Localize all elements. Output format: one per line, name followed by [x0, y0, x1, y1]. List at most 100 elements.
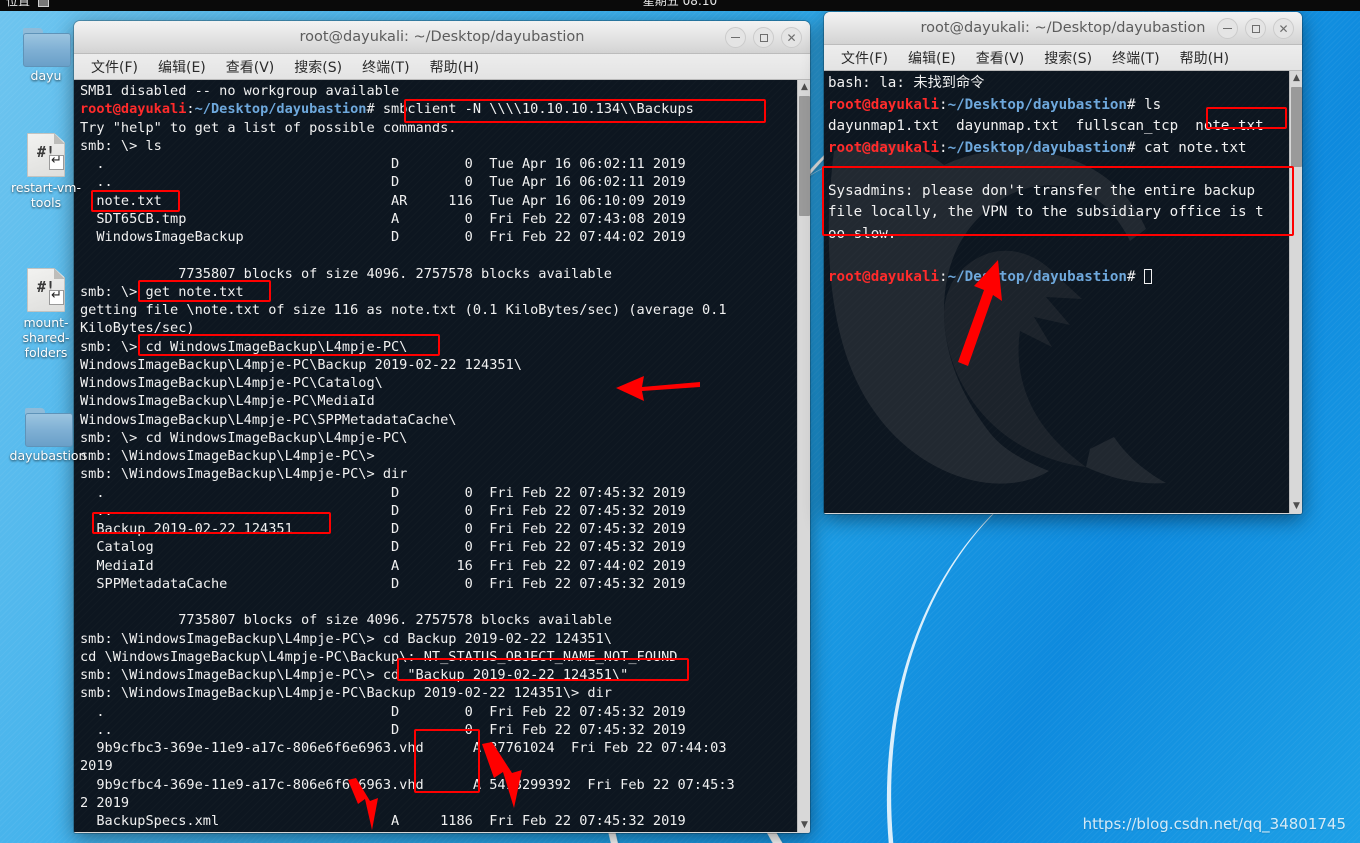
terminal-line: Catalog D 0 Fri Feb 22 07:45:32 2019 — [80, 539, 686, 556]
desktop-icon-label: dayu — [30, 68, 62, 83]
maximize-button[interactable] — [753, 27, 774, 48]
terminal-line: oo slow. — [828, 225, 897, 242]
terminal-line: smb: \> get note.txt — [80, 283, 244, 300]
menu-help[interactable]: 帮助(H) — [1171, 46, 1238, 70]
terminal-line: 9b9cfbc4-369e-11e9-a17c-806e6f6e6963.vhd… — [80, 776, 735, 793]
desktop-icon-label: mount-shared-folders — [22, 315, 70, 360]
menu-terminal[interactable]: 终端(T) — [353, 55, 418, 79]
terminal-line: root@dayukali:~/Desktop/dayubastion# cat… — [828, 139, 1247, 156]
terminal-line: getting file \note.txt of size 116 as no… — [80, 302, 727, 318]
menubar-right[interactable]: 文件(F) 编辑(E) 查看(V) 搜索(S) 终端(T) 帮助(H) — [824, 45, 1302, 71]
terminal-line: SMB1 disabled -- no workgroup available — [80, 83, 400, 99]
window-title: root@dayukali: ~/Desktop/dayubastion — [920, 20, 1206, 36]
terminal-line: WindowsImageBackup\L4mpje-PC\Backup 2019… — [80, 356, 522, 373]
menu-search[interactable]: 搜索(S) — [1035, 46, 1101, 70]
top-panel[interactable]: 位置 星期五 08:10 — [0, 0, 1360, 11]
desktop: 位置 星期五 08:10 dayu #! restart-vm-tools #!… — [0, 0, 1360, 843]
shell-script-icon: #! — [27, 268, 65, 312]
terminal-line: smb: \> ls — [80, 137, 162, 154]
terminal-body-main[interactable]: SMB1 disabled -- no workgroup available r… — [74, 80, 810, 832]
terminal-line: .. D 0 Tue Apr 16 06:02:11 2019 — [80, 174, 686, 191]
folder-icon — [25, 408, 73, 447]
terminal-line: dayunmap1.txt dayunmap.txt fullscan_tcp … — [828, 118, 1264, 134]
terminal-line: BackupSpecs.xml A 1186 Fri Feb 22 07:45:… — [80, 813, 686, 829]
desktop-icon-dayu[interactable]: dayu — [6, 28, 86, 83]
terminal-line: root@dayukali:~/Desktop/dayubastion# smb… — [80, 101, 694, 118]
scroll-down-arrow-icon[interactable]: ▼ — [798, 818, 810, 832]
titlebar-main[interactable]: root@dayukali: ~/Desktop/dayubastion ✕ — [74, 21, 810, 54]
terminal-line: bash: la: 未找到命令 — [828, 75, 985, 91]
window-controls-right: ✕ — [1217, 12, 1294, 45]
scroll-down-arrow-icon[interactable]: ▼ — [1290, 499, 1302, 513]
shell-script-icon: #! — [27, 133, 65, 177]
menu-terminal[interactable]: 终端(T) — [1103, 46, 1168, 70]
menu-edit[interactable]: 编辑(E) — [899, 46, 965, 70]
terminal-body-right[interactable]: bash: la: 未找到命令 root@dayukali:~/Desktop/d… — [824, 71, 1302, 513]
window-controls-main: ✕ — [725, 21, 802, 54]
terminal-line: SDT65CB.tmp A 0 Fri Feb 22 07:43:08 2019 — [80, 210, 686, 227]
terminal-line: smb: \WindowsImageBackup\L4mpje-PC\> dir — [80, 466, 408, 483]
scrollbar-right[interactable]: ▲ ▼ — [1289, 71, 1302, 513]
maximize-button[interactable] — [1245, 18, 1266, 39]
menu-view[interactable]: 查看(V) — [967, 46, 1034, 70]
terminal-line: smb: \WindowsImageBackup\L4mpje-PC\Backu… — [80, 685, 612, 702]
desktop-icon-label: dayubastion — [9, 448, 87, 463]
blog-watermark: https://blog.csdn.net/qq_34801745 — [1082, 815, 1346, 833]
minimize-button[interactable] — [725, 27, 746, 48]
terminal-line: 2019 — [80, 758, 113, 775]
terminal-line: file locally, the VPN to the subsidiary … — [828, 204, 1264, 220]
menu-view[interactable]: 查看(V) — [217, 55, 284, 79]
minimize-button[interactable] — [1217, 18, 1238, 39]
menu-edit[interactable]: 编辑(E) — [149, 55, 215, 79]
terminal-line: smb: \> cd WindowsImageBackup\L4mpje-PC\ — [80, 429, 408, 446]
window-title: root@dayukali: ~/Desktop/dayubastion — [299, 29, 585, 45]
terminal-line: . D 0 Fri Feb 22 07:45:32 2019 — [80, 703, 686, 720]
desktop-icon-restart-vm-tools[interactable]: #! restart-vm-tools — [6, 133, 86, 210]
desktop-icon-label: restart-vm-tools — [11, 180, 81, 210]
terminal-line: root@dayukali:~/Desktop/dayubastion# ls — [828, 96, 1162, 113]
close-button[interactable]: ✕ — [781, 27, 802, 48]
terminal-line: cd113385-65ff-4ea2-8ced-5630f6feca8f_Add… — [80, 830, 810, 832]
terminal-line: . D 0 Tue Apr 16 06:02:11 2019 — [80, 156, 686, 172]
scroll-up-arrow-icon[interactable]: ▲ — [1290, 71, 1302, 85]
scroll-up-arrow-icon[interactable]: ▲ — [798, 80, 810, 94]
terminal-line: 7735807 blocks of size 4096. 2757578 blo… — [80, 265, 612, 282]
terminal-line: Try "help" to get a list of possible com… — [80, 119, 457, 136]
terminal-line: WindowsImageBackup D 0 Fri Feb 22 07:44:… — [80, 229, 686, 245]
titlebar-right[interactable]: root@dayukali: ~/Desktop/dayubastion ✕ — [824, 12, 1302, 45]
terminal-line: root@dayukali:~/Desktop/dayubastion# — [828, 267, 1302, 289]
terminal-line: WindowsImageBackup\L4mpje-PC\MediaId — [80, 393, 375, 410]
desktop-icon-dayubastion[interactable]: dayubastion — [4, 408, 92, 463]
terminal-window-main[interactable]: root@dayukali: ~/Desktop/dayubastion ✕ 文… — [74, 21, 810, 833]
panel-clock[interactable]: 星期五 08:10 — [0, 0, 1360, 7]
menu-file[interactable]: 文件(F) — [832, 46, 897, 70]
desktop-icon-mount-shared-folders[interactable]: #! mount-shared-folders — [6, 268, 86, 360]
terminal-line: smb: \WindowsImageBackup\L4mpje-PC\> cd … — [80, 667, 629, 683]
menubar-main[interactable]: 文件(F) 编辑(E) 查看(V) 搜索(S) 终端(T) 帮助(H) — [74, 54, 810, 80]
terminal-output-right: bash: la: 未找到命令 root@dayukali:~/Desktop/d… — [824, 71, 1302, 513]
terminal-line: .. D 0 Fri Feb 22 07:45:32 2019 — [80, 721, 686, 738]
terminal-output-main: SMB1 disabled -- no workgroup available r… — [74, 80, 810, 832]
menu-file[interactable]: 文件(F) — [82, 55, 147, 79]
scrollbar-main[interactable]: ▲ ▼ — [797, 80, 810, 832]
scrollbar-thumb[interactable] — [1291, 87, 1302, 167]
close-button[interactable]: ✕ — [1273, 18, 1294, 39]
scrollbar-thumb[interactable] — [799, 96, 810, 216]
terminal-line: smb: \WindowsImageBackup\L4mpje-PC\> cd … — [80, 630, 612, 647]
terminal-line: smb: \> cd WindowsImageBackup\L4mpje-PC\ — [80, 338, 408, 355]
terminal-line: 2 2019 — [80, 794, 130, 811]
menu-search[interactable]: 搜索(S) — [285, 55, 351, 79]
terminal-line: cd \WindowsImageBackup\L4mpje-PC\Backup\… — [80, 648, 678, 665]
terminal-line: smb: \WindowsImageBackup\L4mpje-PC\> — [80, 448, 375, 464]
terminal-line: 7735807 blocks of size 4096. 2757578 blo… — [80, 612, 612, 629]
terminal-line: .. D 0 Fri Feb 22 07:45:32 2019 — [80, 502, 686, 519]
terminal-line: MediaId A 16 Fri Feb 22 07:44:02 2019 — [80, 557, 686, 574]
terminal-line: 9b9cfbc3-369e-11e9-a17c-806e6f6e6963.vhd… — [80, 740, 727, 756]
menu-help[interactable]: 帮助(H) — [421, 55, 488, 79]
terminal-window-right[interactable]: root@dayukali: ~/Desktop/dayubastion ✕ 文… — [824, 12, 1302, 514]
terminal-line: note.txt AR 116 Tue Apr 16 06:10:09 2019 — [80, 192, 686, 209]
